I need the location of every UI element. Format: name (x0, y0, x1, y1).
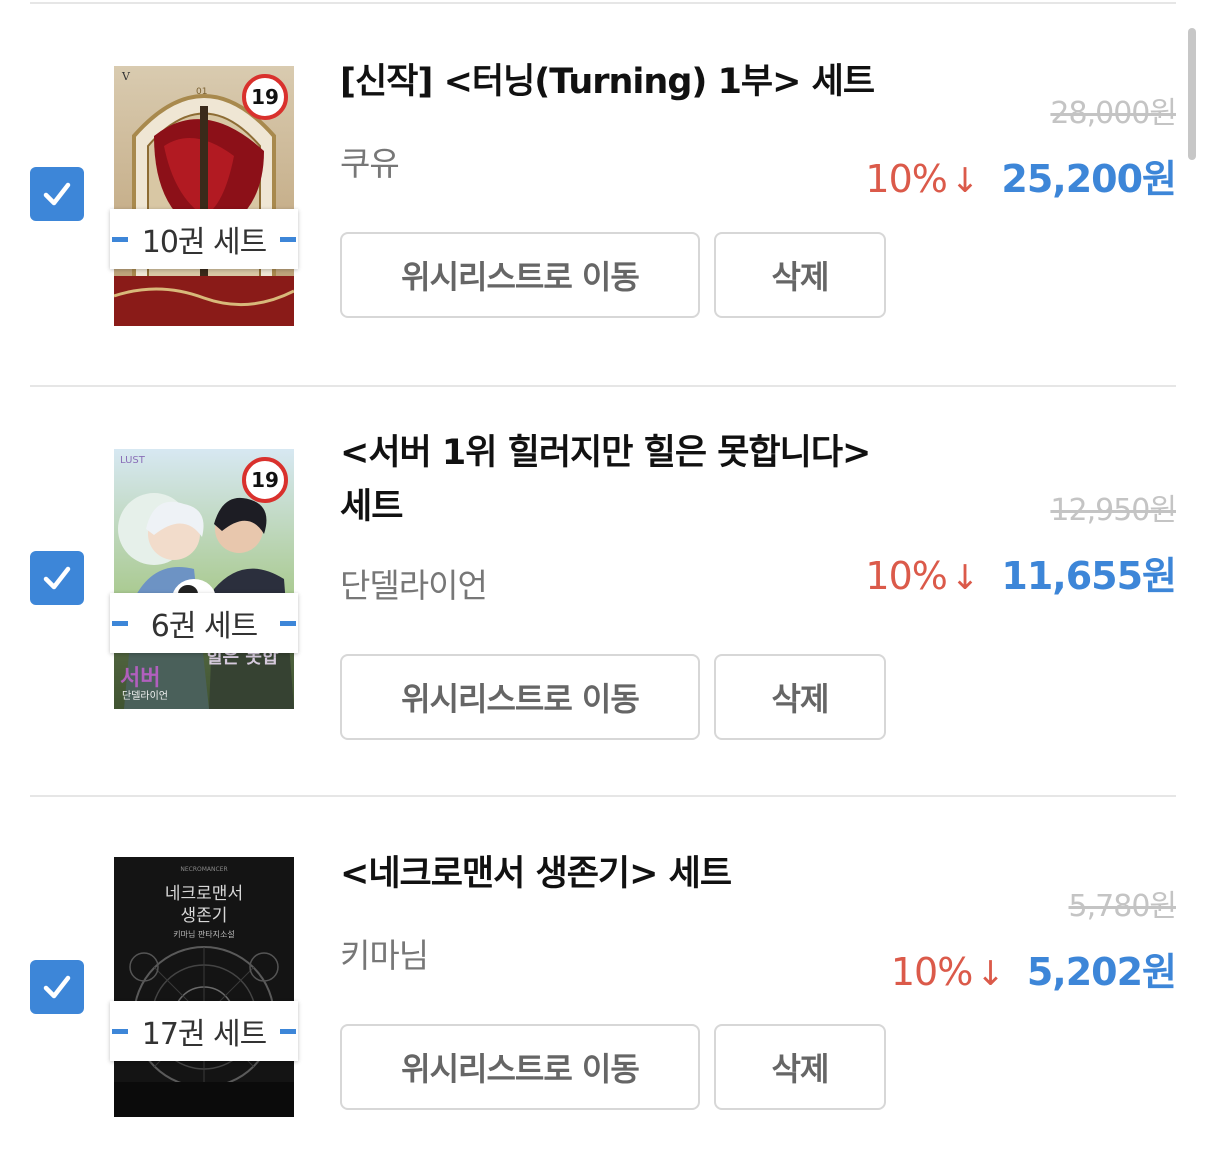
item-author: 단델라이언 (340, 566, 488, 605)
set-count-label: 17권 세트 (110, 1001, 298, 1061)
delete-button[interactable]: 삭제 (714, 232, 886, 318)
item-divider (30, 795, 1176, 797)
sale-price: 25,200원 (1001, 157, 1177, 201)
move-to-wishlist-button[interactable]: 위시리스트로 이동 (340, 1024, 700, 1110)
item-checkbox[interactable] (30, 960, 84, 1014)
book-cover[interactable]: V 01 19 (114, 66, 294, 326)
original-price: 12,950원 (1050, 493, 1177, 528)
set-count-text: 10권 세트 (141, 225, 268, 260)
book-cover-art: 네크로맨서 생존기 키마님 판타지소설 NECROMANCER (114, 857, 294, 1117)
checkmark-icon (43, 182, 71, 206)
item-title[interactable]: [신작] <터닝(Turning) 1부> 세트 (340, 55, 880, 109)
label-dash (280, 1029, 296, 1034)
book-cover[interactable]: 네크로맨서 생존기 키마님 판타지소설 NECROMANCER (114, 857, 294, 1117)
svg-text:LUST: LUST (120, 455, 146, 466)
price-row: 10% ↓ 5,202원 (890, 941, 1177, 996)
down-arrow-icon: ↓ (950, 161, 980, 201)
discount-rate: 10% (865, 554, 947, 598)
top-divider (30, 2, 1176, 4)
svg-text:생존기: 생존기 (181, 906, 228, 926)
book-cover[interactable]: 서버 힐은 못합 단델라이언 LUST 19 (114, 449, 294, 709)
item-divider (30, 385, 1176, 387)
set-count-text: 6권 세트 (150, 609, 258, 644)
age-19-badge: 19 (242, 74, 288, 120)
svg-text:서버: 서버 (120, 666, 160, 691)
label-dash (112, 237, 128, 242)
label-dash (112, 621, 128, 626)
item-author: 키마님 (340, 936, 429, 975)
move-to-wishlist-button[interactable]: 위시리스트로 이동 (340, 232, 700, 318)
price-row: 10% ↓ 25,200원 (865, 148, 1177, 203)
down-arrow-icon: ↓ (950, 558, 980, 598)
svg-text:네크로맨서: 네크로맨서 (165, 884, 243, 904)
sale-price: 5,202원 (1026, 950, 1177, 994)
item-checkbox[interactable] (30, 167, 84, 221)
label-dash (280, 237, 296, 242)
checkmark-icon (43, 975, 71, 999)
set-count-label: 6권 세트 (110, 593, 298, 653)
svg-text:단델라이언: 단델라이언 (122, 690, 168, 702)
sale-price: 11,655원 (1001, 554, 1177, 598)
delete-button[interactable]: 삭제 (714, 654, 886, 740)
scrollbar[interactable] (1188, 28, 1196, 160)
item-author: 쿠유 (340, 144, 400, 183)
svg-text:키마님 판타지소설: 키마님 판타지소설 (173, 929, 234, 939)
svg-text:NECROMANCER: NECROMANCER (180, 866, 227, 873)
item-checkbox[interactable] (30, 551, 84, 605)
move-to-wishlist-button[interactable]: 위시리스트로 이동 (340, 654, 700, 740)
delete-button[interactable]: 삭제 (714, 1024, 886, 1110)
checkmark-icon (43, 566, 71, 590)
svg-text:V: V (121, 70, 131, 83)
price-row: 10% ↓ 11,655원 (865, 545, 1177, 600)
label-dash (280, 621, 296, 626)
svg-text:01: 01 (196, 87, 207, 97)
set-count-label: 10권 세트 (110, 209, 298, 269)
down-arrow-icon: ↓ (976, 954, 1005, 994)
set-count-text: 17권 세트 (141, 1017, 268, 1052)
discount-rate: 10% (865, 157, 947, 201)
item-title[interactable]: <서버 1위 힐러지만 힐은 못합니다> 세트 (340, 426, 880, 534)
age-19-badge: 19 (242, 457, 288, 503)
item-title[interactable]: <네크로맨서 생존기> 세트 (340, 847, 880, 901)
discount-rate: 10% (890, 950, 973, 994)
label-dash (112, 1029, 128, 1034)
original-price: 5,780원 (1068, 889, 1177, 924)
original-price: 28,000원 (1050, 96, 1177, 131)
